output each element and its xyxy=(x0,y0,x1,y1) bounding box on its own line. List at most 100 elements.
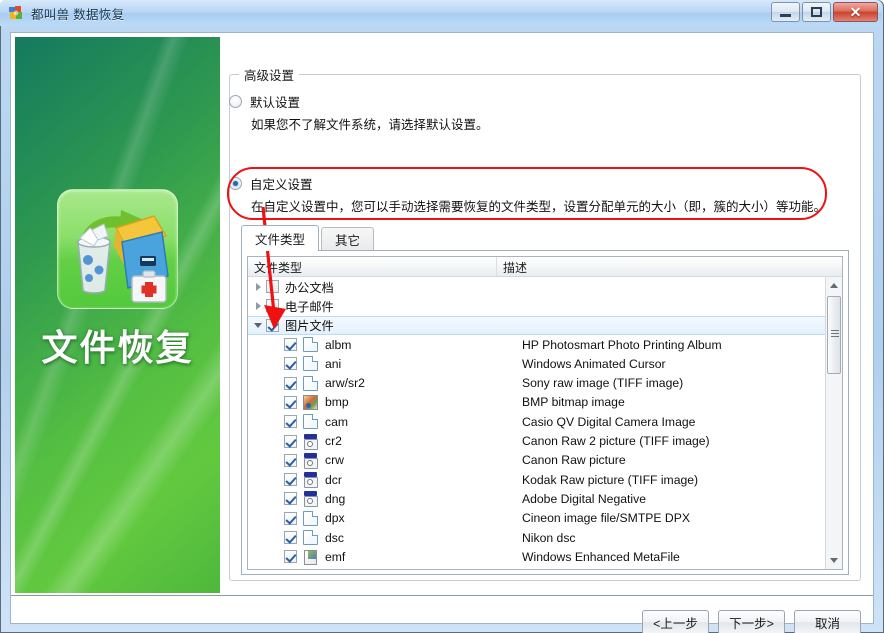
application-window: 都叫兽 数据恢复 ✕ 文件恢复 高级设置 默认设置 如果您不了解文件系统，请选择… xyxy=(0,0,884,633)
table-row[interactable]: 电子邮件 xyxy=(248,296,842,315)
row-checkbox[interactable] xyxy=(284,511,297,525)
file-image-icon xyxy=(303,394,318,410)
group-label: 办公文档 xyxy=(285,280,334,295)
row-checkbox[interactable] xyxy=(284,376,297,390)
table-row[interactable]: bmp BMP bitmap image xyxy=(248,393,842,412)
close-button[interactable]: ✕ xyxy=(833,2,878,22)
minimize-button[interactable] xyxy=(771,2,800,22)
radio-custom-indicator[interactable] xyxy=(229,177,242,190)
row-checkbox[interactable] xyxy=(284,357,297,371)
row-extension: cr2 xyxy=(325,434,342,449)
file-doc-icon xyxy=(303,530,318,545)
radio-custom-label[interactable]: 自定义设置 xyxy=(250,174,313,193)
table-row[interactable]: crw Canon Raw picture xyxy=(248,451,842,470)
file-doc-icon xyxy=(303,414,318,430)
table-row[interactable]: albm HP Photosmart Photo Printing Album xyxy=(248,335,842,354)
table-row[interactable]: arw/sr2 Sony raw image (TIFF image) xyxy=(248,373,842,392)
row-extension: dpx xyxy=(325,511,345,526)
column-header-description[interactable]: 描述 xyxy=(497,257,827,276)
group-legend: 高级设置 xyxy=(239,65,300,84)
row-checkbox[interactable] xyxy=(284,453,297,467)
file-camera-icon xyxy=(303,433,318,450)
row-extension: dsc xyxy=(325,530,344,545)
tab-others[interactable]: 其它 xyxy=(321,227,375,251)
row-checkbox[interactable] xyxy=(284,550,297,564)
file-doc-icon xyxy=(303,375,318,391)
row-checkbox[interactable] xyxy=(284,434,297,448)
group-label: 图片文件 xyxy=(285,319,334,334)
cancel-button[interactable]: 取消 xyxy=(794,610,861,633)
table-row[interactable]: dng Adobe Digital Negative xyxy=(248,489,842,508)
row-checkbox[interactable] xyxy=(284,415,297,429)
row-checkbox[interactable] xyxy=(284,492,297,506)
table-row[interactable]: dcr Kodak Raw picture (TIFF image) xyxy=(248,470,842,489)
footer-button-row: <上一步 下一步> 取消 xyxy=(642,610,861,633)
radio-custom-description: 在自定义设置中，您可以手动选择需要恢复的文件类型，设置分配单元的大小（即，簇的大… xyxy=(251,200,827,214)
column-header-file-type[interactable]: 文件类型 xyxy=(248,257,497,276)
table-row[interactable]: ani Windows Animated Cursor xyxy=(248,354,842,373)
window-title: 都叫兽 数据恢复 xyxy=(31,7,125,22)
group-checkbox[interactable] xyxy=(266,280,279,294)
list-body: 办公文档 电子邮件 图片文件 albm HP Photosmart Photo … xyxy=(248,277,842,569)
title-bar: 都叫兽 数据恢复 ✕ xyxy=(0,0,882,26)
row-description: Nikon dsc xyxy=(522,530,576,545)
table-row[interactable]: dpx Cineon image file/SMTPE DPX xyxy=(248,509,842,528)
radio-default-settings[interactable]: 默认设置 xyxy=(229,92,300,111)
table-row[interactable]: emf Windows Enhanced MetaFile xyxy=(248,547,842,566)
row-description: Casio QV Digital Camera Image xyxy=(522,414,696,429)
file-camera-icon xyxy=(303,472,318,489)
list-vertical-scrollbar[interactable] xyxy=(825,277,842,569)
table-row[interactable]: cr2 Canon Raw 2 picture (TIFF image) xyxy=(248,431,842,450)
table-row[interactable]: 图片文件 xyxy=(248,315,842,335)
file-type-list[interactable]: 文件类型 描述 办公文档 电子邮件 图片文件 albm HP Photosmar… xyxy=(247,256,843,570)
radio-default-label[interactable]: 默认设置 xyxy=(250,92,300,111)
row-description: Sony raw image (TIFF image) xyxy=(522,376,684,391)
group-checkbox[interactable] xyxy=(266,318,279,332)
sidebar-title: 文件恢复 xyxy=(41,327,194,368)
next-button[interactable]: 下一步> xyxy=(718,610,785,633)
group-checkbox[interactable] xyxy=(266,299,279,313)
tab-file-types[interactable]: 文件类型 xyxy=(241,225,320,251)
triangle-up-icon xyxy=(830,283,838,288)
row-extension: bmp xyxy=(325,395,349,410)
file-camera-icon xyxy=(303,491,318,508)
row-checkbox[interactable] xyxy=(284,531,297,544)
file-doc-icon xyxy=(303,337,318,353)
client-area: 文件恢复 高级设置 默认设置 如果您不了解文件系统，请选择默认设置。 自定义设置… xyxy=(10,32,874,633)
chevron-down-icon[interactable] xyxy=(252,318,266,332)
row-description: Adobe Digital Negative xyxy=(522,491,646,506)
recycle-bin-recovery-icon xyxy=(57,189,178,309)
file-metafile-icon xyxy=(303,549,318,566)
footer-bar: <上一步 下一步> 取消 xyxy=(11,596,873,633)
row-checkbox[interactable] xyxy=(284,473,297,487)
row-description: Kodak Raw picture (TIFF image) xyxy=(522,472,699,487)
file-camera-icon xyxy=(303,452,318,469)
window-controls: ✕ xyxy=(771,2,878,22)
table-row[interactable]: 办公文档 xyxy=(248,277,842,296)
maximize-button[interactable] xyxy=(802,2,831,22)
row-extension: ani xyxy=(325,356,342,371)
row-description: HP Photosmart Photo Printing Album xyxy=(522,337,722,352)
triangle-down-icon xyxy=(830,558,838,563)
radio-default-indicator[interactable] xyxy=(229,95,242,108)
row-checkbox[interactable] xyxy=(284,338,297,352)
scrollbar-thumb[interactable] xyxy=(827,296,841,374)
maximize-icon xyxy=(811,7,822,17)
back-button[interactable]: <上一步 xyxy=(642,610,709,633)
scroll-up-button[interactable] xyxy=(826,277,842,294)
chevron-right-icon[interactable] xyxy=(252,280,266,294)
scroll-down-button[interactable] xyxy=(826,552,842,569)
row-checkbox[interactable] xyxy=(284,395,297,409)
table-row[interactable]: cam Casio QV Digital Camera Image xyxy=(248,412,842,431)
row-description: Windows Animated Cursor xyxy=(522,356,666,371)
tab-panel-file-types: 文件类型 描述 办公文档 电子邮件 图片文件 albm HP Photosmar… xyxy=(241,250,849,575)
grip-icon xyxy=(831,330,839,337)
row-extension: cam xyxy=(325,414,349,429)
close-icon: ✕ xyxy=(849,4,862,20)
table-row[interactable]: dsc Nikon dsc xyxy=(248,528,842,547)
row-description: Cineon image file/SMTPE DPX xyxy=(522,511,690,526)
chevron-right-icon[interactable] xyxy=(252,299,266,313)
radio-custom-settings[interactable]: 自定义设置 xyxy=(229,174,313,193)
row-description: Canon Raw picture xyxy=(522,453,626,468)
row-extension: dng xyxy=(325,491,346,506)
